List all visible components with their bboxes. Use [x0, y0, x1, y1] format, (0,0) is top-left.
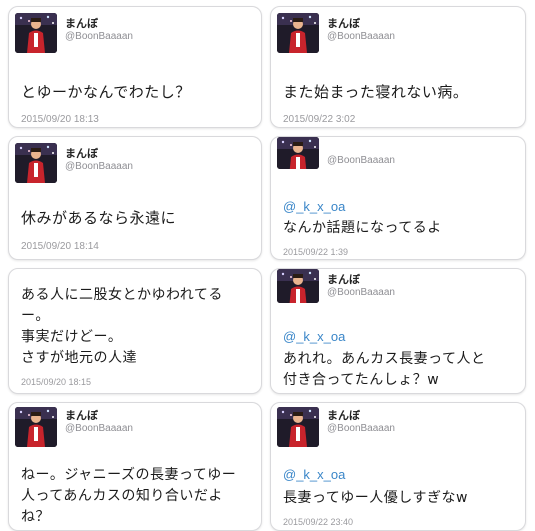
tweet-card[interactable]: まんぼ @BoonBaaaan 休みがあるなら永遠に 2015/09/20 18…: [8, 136, 262, 260]
avatar[interactable]: [277, 407, 319, 447]
tweet-text: あれれ。あんカス長妻って人と 付き合ってたんしょ？w: [283, 351, 486, 388]
mention-link[interactable]: @_k_x_oa: [283, 467, 345, 482]
tweet-card[interactable]: まんぼ @BoonBaaaan ねー。ジャニーズの長妻ってゆー 人ってあんカスの…: [8, 402, 262, 531]
tweet-text: とゆーかなんでわたし？: [21, 83, 191, 101]
tweet-timestamp[interactable]: 2015/09/20 18:14: [21, 241, 99, 252]
mention-link[interactable]: @_k_x_oa: [283, 329, 345, 344]
avatar[interactable]: [15, 13, 57, 53]
user-handle[interactable]: @BoonBaaaan: [65, 161, 133, 172]
tweet-card[interactable]: まんぼ @BoonBaaaan @_k_x_oa あれれ。あんカス長妻って人と …: [270, 268, 526, 394]
user-handle[interactable]: @BoonBaaaan: [65, 31, 133, 42]
user-handle[interactable]: @BoonBaaaan: [65, 423, 133, 434]
tweet-card[interactable]: @BoonBaaaan @_k_x_oa なんか話題になってるよ 2015/09…: [270, 136, 526, 260]
mention-link[interactable]: @_k_x_oa: [283, 199, 345, 214]
user-handle[interactable]: @BoonBaaaan: [327, 31, 395, 42]
avatar[interactable]: [15, 143, 57, 183]
user-name[interactable]: まんぼ: [327, 407, 360, 423]
tweet-card[interactable]: まんぼ @BoonBaaaan また始まった寝れない病。 2015/09/22 …: [270, 6, 526, 128]
tweet-timestamp[interactable]: 2015/09/22 23:40: [283, 517, 353, 527]
user-name[interactable]: まんぼ: [65, 15, 98, 31]
user-handle[interactable]: @BoonBaaaan: [327, 287, 395, 298]
tweet-timestamp[interactable]: 2015/09/20 18:15: [21, 377, 91, 387]
tweet-timestamp[interactable]: 2015/09/22 1:39: [283, 247, 348, 257]
tweet-card[interactable]: まんぼ @BoonBaaaan とゆーかなんでわたし？ 2015/09/20 1…: [8, 6, 262, 128]
avatar[interactable]: [15, 407, 57, 447]
user-handle[interactable]: @BoonBaaaan: [327, 155, 395, 166]
tweet-text: なんか話題になってるよ: [283, 220, 442, 236]
tweet-timestamp[interactable]: 2015/09/22 3:02: [283, 114, 355, 125]
tweet-text: また始まった寝れない病。: [283, 83, 469, 101]
user-name[interactable]: まんぼ: [65, 145, 98, 161]
tweet-timestamp[interactable]: 2015/09/20 18:13: [21, 114, 99, 125]
tweet-card[interactable]: ある人に二股女とかゆわれてる ー。 事実だけどー。 さすが地元の人達 2015/…: [8, 268, 262, 394]
avatar[interactable]: [277, 137, 319, 169]
tweet-text: 長妻ってゆー人優しすぎなw: [283, 490, 468, 506]
tweet-text: ある人に二股女とかゆわれてる ー。 事実だけどー。 さすが地元の人達: [21, 287, 223, 366]
tweet-text: ねー。ジャニーズの長妻ってゆー 人ってあんカスの知り合いだよ ね？: [21, 467, 237, 525]
user-name[interactable]: まんぼ: [327, 271, 360, 287]
avatar[interactable]: [277, 269, 319, 303]
user-handle[interactable]: @BoonBaaaan: [327, 423, 395, 434]
user-name[interactable]: まんぼ: [65, 407, 98, 423]
tweet-text: 休みがあるなら永遠に: [21, 209, 177, 227]
tweet-card[interactable]: まんぼ @BoonBaaaan @_k_x_oa 長妻ってゆー人優しすぎなw 2…: [270, 402, 526, 531]
user-name[interactable]: まんぼ: [327, 15, 360, 31]
avatar[interactable]: [277, 13, 319, 53]
